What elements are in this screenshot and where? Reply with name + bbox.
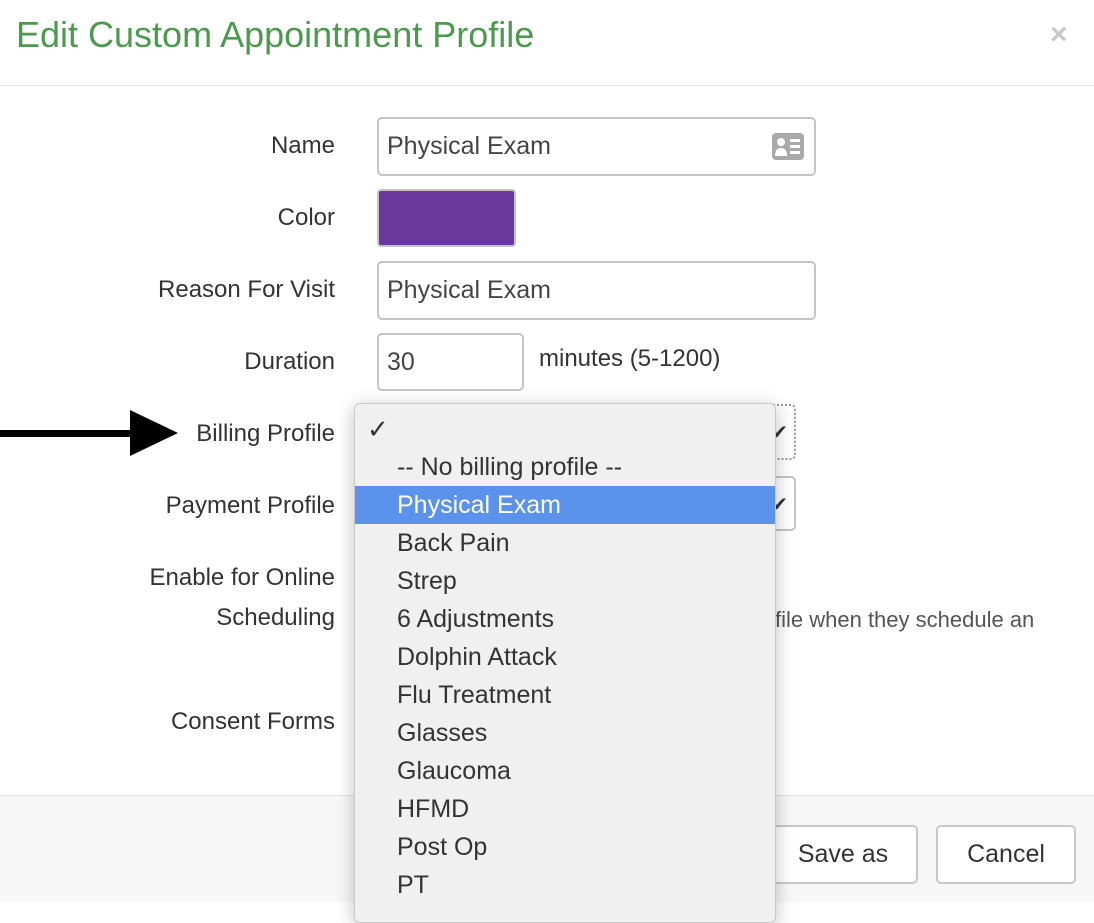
duration-input[interactable]: 30 bbox=[377, 333, 524, 391]
online-help-text: file when they schedule an bbox=[775, 607, 1035, 632]
dropdown-option[interactable]: 6 Adjustments bbox=[355, 600, 775, 638]
dropdown-option[interactable]: Back Pain bbox=[355, 524, 775, 562]
reason-input[interactable]: Physical Exam bbox=[377, 261, 816, 320]
dropdown-option[interactable]: Flu Treatment bbox=[355, 676, 775, 714]
online-label-2: Scheduling bbox=[216, 604, 335, 631]
billing-dropdown-menu[interactable]: ✓ -- No billing profile -- Physical Exam B… bbox=[354, 403, 776, 923]
reason-label: Reason For Visit bbox=[158, 276, 335, 303]
name-value: Physical Exam bbox=[387, 132, 551, 160]
reason-value: Physical Exam bbox=[387, 276, 551, 304]
dropdown-option[interactable]: PT bbox=[355, 866, 775, 904]
dialog-title: Edit Custom Appointment Profile bbox=[16, 14, 535, 55]
consent-label: Consent Forms bbox=[170, 708, 335, 735]
dropdown-option[interactable]: Physical Exam bbox=[355, 486, 775, 524]
dropdown-option[interactable]: -- No billing profile -- bbox=[355, 448, 775, 486]
color-swatch[interactable] bbox=[377, 189, 516, 247]
payment-label: Payment Profile bbox=[165, 492, 335, 519]
dropdown-option[interactable]: Dolphin Attack bbox=[355, 638, 775, 676]
header-divider bbox=[0, 85, 1094, 86]
billing-label: Billing Profile bbox=[196, 420, 335, 447]
dropdown-option[interactable]: HFMD bbox=[355, 790, 775, 828]
cancel-button[interactable]: Cancel bbox=[936, 825, 1076, 884]
duration-unit: minutes (5-1200) bbox=[539, 345, 721, 372]
duration-label: Duration bbox=[244, 348, 335, 375]
name-label: Name bbox=[270, 132, 335, 159]
online-label-1: Enable for Online bbox=[149, 564, 335, 591]
close-icon[interactable]: × bbox=[1050, 18, 1068, 52]
dropdown-option[interactable]: Post Op bbox=[355, 828, 775, 866]
duration-value: 30 bbox=[387, 347, 415, 376]
dropdown-option[interactable]: Strep bbox=[355, 562, 775, 600]
arrow-annotation-icon bbox=[0, 410, 178, 456]
save-as-button[interactable]: Save as bbox=[768, 825, 918, 884]
color-label: Color bbox=[277, 204, 335, 231]
dropdown-option[interactable]: Glaucoma bbox=[355, 752, 775, 790]
name-input[interactable]: Physical Exam bbox=[377, 117, 816, 176]
dropdown-option[interactable]: Glasses bbox=[355, 714, 775, 752]
contact-card-icon bbox=[772, 133, 804, 160]
checkmark-icon: ✓ bbox=[367, 414, 389, 444]
